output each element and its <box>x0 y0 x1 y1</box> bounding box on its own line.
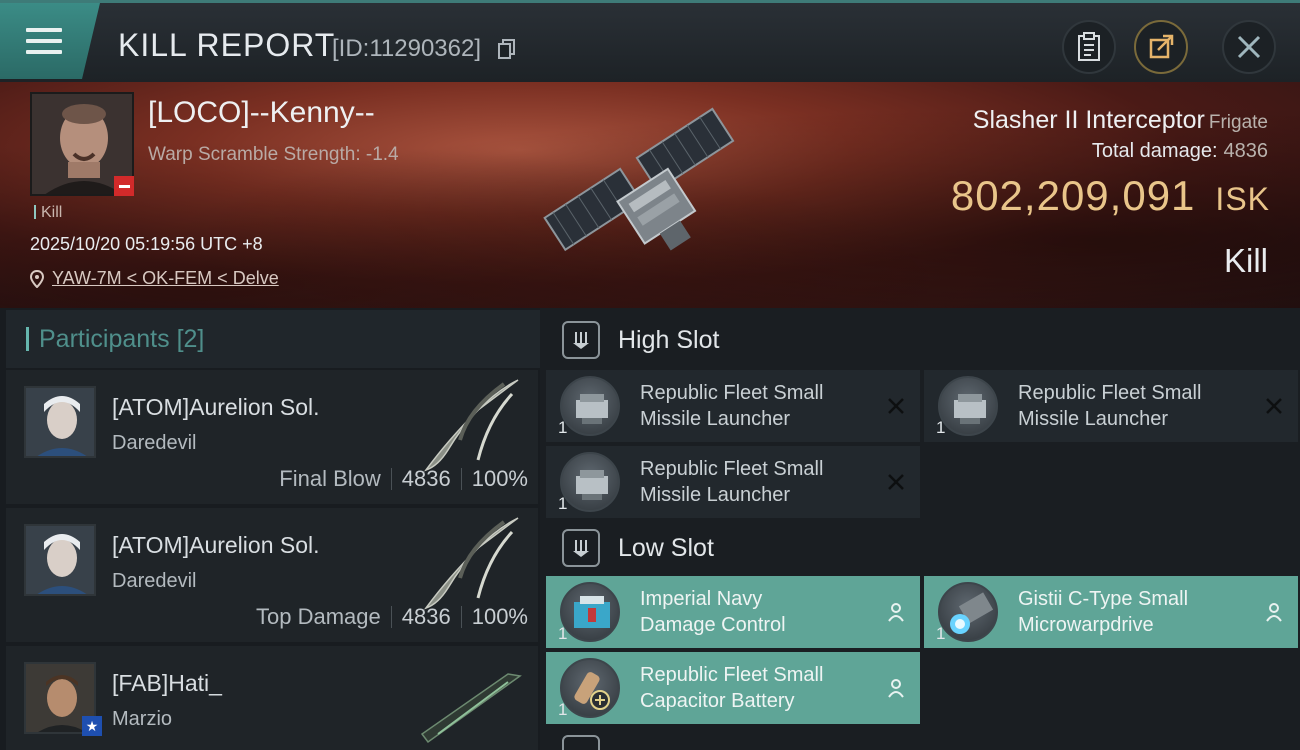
menu-button[interactable] <box>0 3 100 79</box>
victim-ship-name[interactable]: Slasher II Interceptor Frigate <box>973 106 1268 135</box>
module-high-2[interactable]: 1 Republic Fleet Small Missile Launcher <box>924 370 1298 442</box>
close-button[interactable] <box>1222 20 1276 74</box>
dropped-person-icon <box>884 676 908 700</box>
clipboard-icon <box>1078 32 1100 61</box>
mid-slot-icon <box>562 735 600 750</box>
dropped-person-icon <box>884 600 908 624</box>
clipboard-button[interactable] <box>1062 20 1116 74</box>
destroyed-icon <box>1262 394 1286 418</box>
destroyed-icon <box>884 394 908 418</box>
star-badge-icon: ★ <box>82 716 102 736</box>
module-name: Imperial Navy Damage Control <box>640 588 786 636</box>
missile-launcher-icon <box>938 376 998 436</box>
location-link[interactable]: YAW-7M < OK-FEM < Delve <box>52 268 279 289</box>
participant-ship-image <box>420 673 522 744</box>
participant-name[interactable]: [ATOM]Aurelion Sol. <box>112 394 320 421</box>
participant-stats: Top Damage 4836 100% <box>256 604 528 629</box>
module-high-3[interactable]: 1 Republic Fleet Small Missile Launcher <box>546 446 920 518</box>
module-low-3[interactable]: 1 Republic Fleet Small Capacitor Battery <box>546 652 920 724</box>
low-slot-icon <box>562 529 600 567</box>
module-low-2[interactable]: 1 Gistii C-Type Small Microwarpdrive <box>924 576 1298 648</box>
close-icon <box>1237 35 1261 59</box>
high-slot-header: High Slot <box>548 310 719 370</box>
victim-ship-image <box>543 107 735 252</box>
high-slot-icon <box>562 321 600 359</box>
participant-avatar <box>24 524 96 596</box>
module-name: Republic Fleet Small Missile Launcher <box>1018 382 1202 430</box>
participant-ship: Daredevil <box>112 570 197 592</box>
module-low-1[interactable]: 1 Imperial Navy Damage Control <box>546 576 920 648</box>
total-damage: Total damage: 4836 <box>1091 140 1268 162</box>
participant-ship-image <box>424 517 519 610</box>
low-slot-header: Low Slot <box>548 518 714 578</box>
participant-row[interactable]: [ATOM]Aurelion Sol. Daredevil Top Damage… <box>6 508 538 642</box>
participant-ship: Marzio <box>112 708 173 730</box>
dropped-person-icon <box>1262 600 1286 624</box>
module-name: Gistii C-Type Small Microwarpdrive <box>1018 588 1189 636</box>
participants-header: Participants [2] <box>6 310 540 368</box>
hostile-badge <box>114 176 134 196</box>
mid-slot-header-partial <box>548 728 618 750</box>
page-title: KILL REPORT <box>118 27 336 63</box>
participant-ship: Daredevil <box>112 432 197 454</box>
location-pin-icon <box>30 269 44 288</box>
kill-result: Kill <box>1223 242 1268 279</box>
character-portrait-icon <box>26 388 94 456</box>
destroyed-icon <box>884 470 908 494</box>
missile-launcher-icon <box>560 452 620 512</box>
share-icon <box>1149 34 1174 59</box>
fitting-panel: High Slot 1 Republic Fleet Small Missile … <box>540 308 1300 750</box>
ship-class: Frigate <box>1208 112 1268 133</box>
hamburger-icon <box>26 28 62 54</box>
module-name: Republic Fleet Small Missile Launcher <box>640 458 824 506</box>
participant-name[interactable]: [ATOM]Aurelion Sol. <box>112 532 320 559</box>
participant-name[interactable]: [FAB]Hati_ <box>112 670 222 697</box>
share-button[interactable] <box>1134 20 1188 74</box>
kill-type-tag: Kill <box>34 204 62 222</box>
victim-name[interactable]: [LOCO]--Kenny-- <box>148 96 375 130</box>
participant-avatar <box>24 386 96 458</box>
kill-summary: [LOCO]--Kenny-- Warp Scramble Strength: … <box>0 82 1300 308</box>
damage-control-icon <box>560 582 620 642</box>
isk-value: 802,209,091 ISK <box>950 172 1270 219</box>
title-bar: KILL REPORT [ID:11290362] <box>0 0 1300 82</box>
module-name: Republic Fleet Small Capacitor Battery <box>640 664 824 712</box>
kill-location[interactable]: YAW-7M < OK-FEM < Delve <box>30 268 279 289</box>
participants-panel: Participants [2] [ATOM]Aurelion Sol. Dar… <box>0 308 540 750</box>
character-portrait-icon <box>26 526 94 594</box>
report-id: [ID:11290362] <box>332 35 482 62</box>
participant-stats: Final Blow 4836 100% <box>279 466 528 491</box>
warp-scramble-strength: Warp Scramble Strength: -1.4 <box>148 144 399 165</box>
capacitor-battery-icon <box>560 658 620 718</box>
copy-icon[interactable] <box>498 39 516 59</box>
module-name: Republic Fleet Small Missile Launcher <box>640 382 824 430</box>
kill-datetime: 2025/10/20 05:19:56 UTC +8 <box>30 234 263 254</box>
participant-ship-image <box>424 379 519 472</box>
module-high-1[interactable]: 1 Republic Fleet Small Missile Launcher <box>546 370 920 442</box>
participant-row[interactable]: [ATOM]Aurelion Sol. Daredevil Final Blow… <box>6 370 538 504</box>
missile-launcher-icon <box>560 376 620 436</box>
microwarpdrive-icon <box>938 582 998 642</box>
participant-row[interactable]: ★ [FAB]Hati_ Marzio <box>6 646 538 750</box>
